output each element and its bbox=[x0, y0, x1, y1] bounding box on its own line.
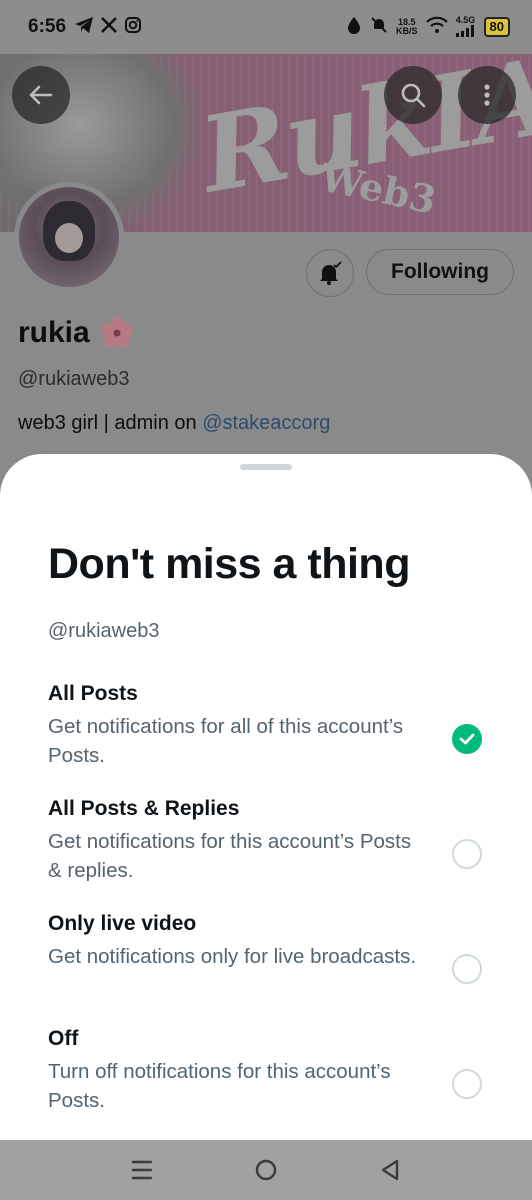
option-description: Get notifications only for live broadcas… bbox=[48, 945, 417, 968]
telegram-icon bbox=[74, 16, 94, 39]
option-description: Get notifications for all of this accoun… bbox=[48, 715, 404, 767]
sheet-drag-handle[interactable] bbox=[240, 464, 292, 470]
wifi-icon bbox=[425, 16, 448, 39]
sheet-title: Don't miss a thing bbox=[48, 540, 410, 588]
following-button[interactable]: Following bbox=[366, 249, 514, 295]
mute-icon bbox=[370, 16, 388, 39]
x-icon bbox=[100, 16, 118, 39]
battery-indicator: 80 bbox=[483, 17, 510, 37]
bio-text: web3 girl | admin on bbox=[18, 412, 203, 434]
option-description: Get notifications for this account’s Pos… bbox=[48, 830, 412, 882]
back-button[interactable] bbox=[12, 66, 70, 124]
network-indicator: 4.5G bbox=[455, 15, 476, 39]
radio-selected[interactable] bbox=[452, 724, 482, 754]
profile-name: rukia bbox=[18, 316, 134, 350]
checkmark-icon bbox=[459, 733, 475, 745]
menu-icon bbox=[131, 1160, 153, 1180]
option-description: Turn off notifications for this account’… bbox=[48, 1060, 391, 1112]
option-title: All Posts & Replies bbox=[48, 797, 240, 820]
option-off[interactable]: Off Turn off notifications for this acco… bbox=[48, 1025, 484, 1115]
bell-check-icon bbox=[320, 261, 342, 285]
option-title: All Posts bbox=[48, 682, 138, 705]
profile-handle: @rukiaweb3 bbox=[18, 368, 130, 390]
option-title: Only live video bbox=[48, 912, 197, 935]
recent-apps-button[interactable] bbox=[122, 1150, 162, 1190]
instagram-icon bbox=[124, 16, 142, 39]
search-icon bbox=[401, 83, 426, 108]
more-vertical-icon bbox=[484, 84, 490, 106]
radio-unselected[interactable] bbox=[452, 1069, 482, 1099]
avatar[interactable] bbox=[14, 182, 124, 292]
data-speed: 18.5 KB/S bbox=[396, 17, 418, 36]
option-only-live-video[interactable]: Only live video Get notifications only f… bbox=[48, 910, 484, 984]
arrow-left-icon bbox=[29, 85, 53, 105]
sheet-account-handle: @rukiaweb3 bbox=[48, 620, 160, 642]
profile-name-text: rukia bbox=[18, 316, 90, 349]
option-all-posts-replies[interactable]: All Posts & Replies Get notifications fo… bbox=[48, 795, 484, 885]
data-saver-icon bbox=[346, 16, 362, 39]
status-system-icons: 18.5 KB/S 4.5G 80 bbox=[346, 15, 510, 39]
back-nav-button[interactable] bbox=[370, 1150, 410, 1190]
search-button[interactable] bbox=[384, 66, 442, 124]
status-bar: 6:56 18.5 KB/S 4.5G 80 bbox=[0, 0, 532, 54]
radio-unselected[interactable] bbox=[452, 839, 482, 869]
signal-icon bbox=[455, 24, 474, 37]
notification-settings-button[interactable] bbox=[306, 249, 354, 297]
home-circle-icon bbox=[255, 1159, 277, 1181]
system-navigation-bar bbox=[0, 1140, 532, 1200]
status-time: 6:56 bbox=[28, 16, 67, 37]
home-button[interactable] bbox=[246, 1150, 286, 1190]
back-triangle-icon bbox=[381, 1159, 399, 1181]
radio-unselected[interactable] bbox=[452, 954, 482, 984]
bio-mention-link[interactable]: @stakeaccorg bbox=[202, 412, 330, 434]
profile-bio: web3 girl | admin on @stakeaccorg bbox=[18, 412, 330, 435]
sakura-emoji-icon bbox=[100, 316, 134, 350]
notification-bottom-sheet: Don't miss a thing @rukiaweb3 All Posts … bbox=[0, 454, 532, 1144]
status-notification-icons bbox=[74, 16, 142, 39]
option-all-posts[interactable]: All Posts Get notifications for all of t… bbox=[48, 680, 484, 770]
more-options-button[interactable] bbox=[458, 66, 516, 124]
avatar-image bbox=[19, 187, 119, 287]
option-title: Off bbox=[48, 1027, 79, 1050]
